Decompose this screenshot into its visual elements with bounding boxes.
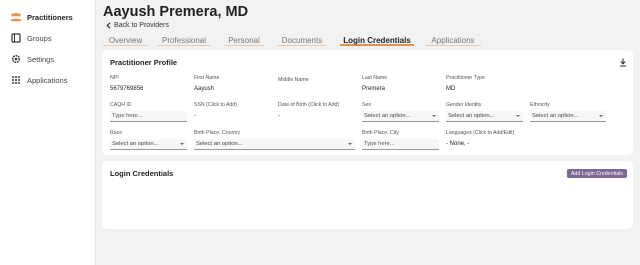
sidebar-item-settings[interactable]: Settings (10, 52, 54, 66)
grid-icon (10, 74, 22, 86)
sidebar-item-label: Settings (27, 54, 55, 64)
tab-personal[interactable]: Personal (224, 35, 264, 46)
card-title: Login Credentials (110, 169, 174, 178)
ethnicity-label: Ethnicity (530, 102, 550, 108)
people-icon (10, 11, 22, 23)
sex-select-value: Select an option... (364, 113, 411, 119)
tab-overview[interactable]: Overview (103, 35, 148, 46)
birth-place-country-label: Birth Place, Country (194, 130, 241, 136)
practitioner-type-label: Practitioner Type (446, 75, 485, 81)
back-link[interactable]: Back to Providers (106, 22, 169, 29)
middle-name-label: Middle Name (278, 77, 309, 83)
race-select-value: Select an option... (112, 141, 159, 147)
gender-identity-label: Gender Identity (446, 102, 482, 108)
sex-label: Sex (362, 102, 371, 108)
birth-place-country-select-value: Select an option... (196, 141, 243, 147)
sidebar-item-groups[interactable]: Groups (10, 31, 52, 45)
race-select[interactable]: Select an option... (110, 139, 187, 150)
tab-applications[interactable]: Applications (425, 35, 481, 46)
chevron-left-icon (106, 22, 111, 29)
gear-icon (10, 53, 22, 65)
practitioner-type-value: MD (446, 86, 456, 92)
sidebar-item-label: Groups (27, 33, 52, 43)
last-name-label: Last Name (362, 75, 388, 81)
race-label: Race (110, 130, 123, 136)
download-icon[interactable] (619, 58, 627, 67)
sidebar-item-practitioners[interactable]: Practitioners (10, 10, 73, 24)
caqh-id-label: CAQH ID (110, 102, 132, 108)
sidebar-item-label: Applications (27, 75, 68, 85)
ssn-value[interactable]: - (194, 113, 196, 119)
ssn-label[interactable]: SSN (Click to Add) (194, 102, 237, 108)
dob-label[interactable]: Date of Birth (Click to Add) (278, 102, 339, 108)
caret-down-icon (180, 143, 184, 145)
npi-label: NPI (110, 75, 119, 81)
last-name-value: Premera (362, 86, 386, 92)
sidebar: Practitioners Groups Settings Applicatio… (0, 0, 96, 265)
caret-down-icon (348, 143, 352, 145)
sidebar-item-applications[interactable]: Applications (10, 73, 67, 87)
birth-place-city-input[interactable]: Type here... (362, 139, 439, 150)
tab-professional[interactable]: Professional (157, 35, 211, 46)
caqh-id-input[interactable]: Type here... (110, 111, 187, 122)
gender-identity-select[interactable]: Select an option... (446, 111, 523, 122)
caret-down-icon (516, 115, 520, 117)
languages-value[interactable]: - None, - (446, 141, 469, 147)
dob-value[interactable]: - (278, 113, 280, 119)
npi-value: 5679769856 (110, 86, 144, 92)
first-name-label: First Name (194, 75, 220, 81)
gender-identity-select-value: Select an option... (448, 113, 495, 119)
practitioner-profile-card: Practitioner Profile NPI 5679769856 Firs… (102, 50, 633, 155)
caret-down-icon (432, 115, 436, 117)
book-icon (10, 32, 22, 44)
birth-place-city-label: Birth Place, City (362, 130, 399, 136)
tab-documents[interactable]: Documents (277, 35, 327, 46)
page-title: Aayush Premera, MD (103, 4, 249, 20)
back-link-label: Back to Providers (114, 22, 169, 29)
sidebar-item-label: Practitioners (27, 12, 73, 22)
languages-label[interactable]: Languages (Click to Add/Edit) (446, 130, 514, 136)
ethnicity-select-value: Select an option... (532, 113, 579, 119)
sex-select[interactable]: Select an option... (362, 111, 439, 122)
birth-place-country-select[interactable]: Select an option... (194, 139, 355, 150)
ethnicity-select[interactable]: Select an option... (530, 111, 606, 122)
card-title: Practitioner Profile (110, 58, 178, 67)
main-content: Aayush Premera, MD Back to Providers Ove… (96, 0, 640, 265)
add-login-credentials-button[interactable]: Add Login Credentials (566, 169, 627, 178)
caret-down-icon (599, 115, 603, 117)
login-credentials-card: Login Credentials Add Login Credentials (102, 161, 633, 229)
tab-login-credentials[interactable]: Login Credentials (340, 35, 414, 46)
first-name-value: Aayush (194, 86, 215, 92)
